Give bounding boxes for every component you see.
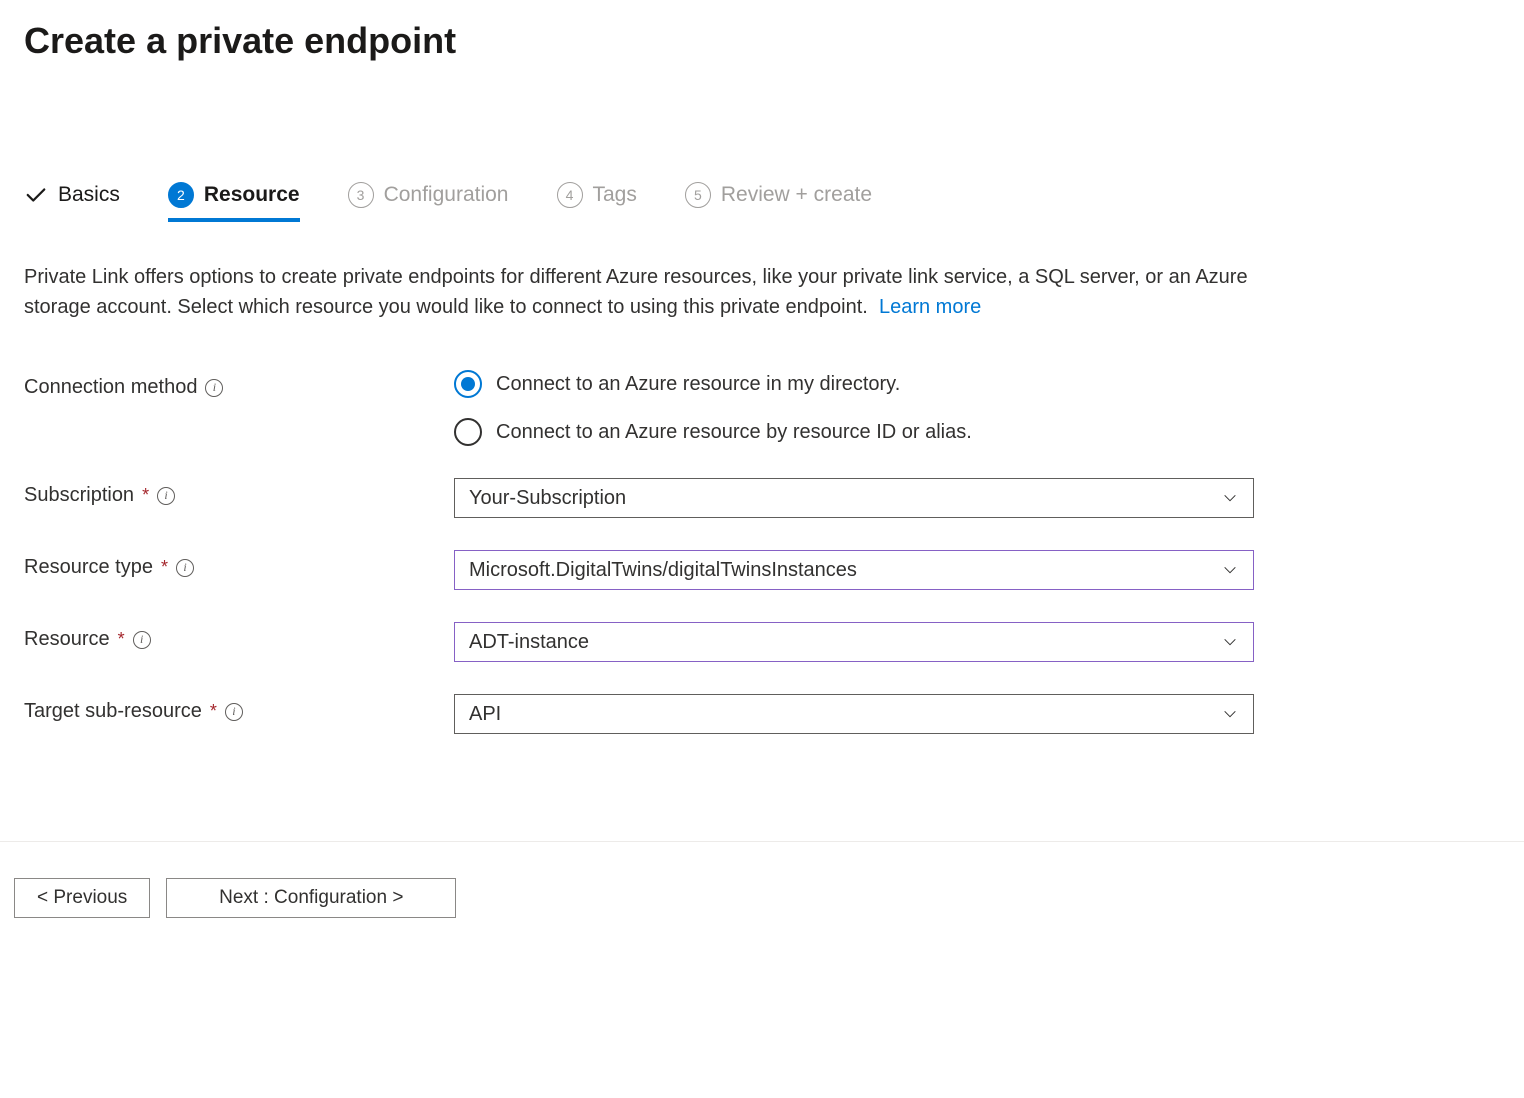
- subscription-dropdown[interactable]: Your-Subscription: [454, 478, 1254, 518]
- radio-icon: [454, 370, 482, 398]
- next-button[interactable]: Next : Configuration >: [166, 878, 456, 918]
- resource-label: Resource * i: [24, 622, 454, 651]
- chevron-down-icon: [1221, 561, 1239, 579]
- tab-resource[interactable]: 2 Resource: [168, 182, 300, 222]
- dropdown-value: API: [469, 703, 501, 726]
- tab-tags[interactable]: 4 Tags: [557, 182, 637, 222]
- required-star: *: [142, 485, 149, 506]
- resource-type-dropdown[interactable]: Microsoft.DigitalTwins/digitalTwinsInsta…: [454, 550, 1254, 590]
- previous-button[interactable]: < Previous: [14, 878, 150, 918]
- info-icon[interactable]: i: [157, 487, 175, 505]
- tab-number-icon: 5: [685, 182, 711, 208]
- radio-label: Connect to an Azure resource in my direc…: [496, 373, 900, 396]
- tab-label: Resource: [204, 183, 300, 207]
- info-icon[interactable]: i: [225, 703, 243, 721]
- tab-basics[interactable]: Basics: [24, 183, 120, 221]
- dropdown-value: Microsoft.DigitalTwins/digitalTwinsInsta…: [469, 559, 857, 582]
- tab-number-icon: 4: [557, 182, 583, 208]
- radio-label: Connect to an Azure resource by resource…: [496, 421, 972, 444]
- footer-nav: < Previous Next : Configuration >: [0, 841, 1524, 918]
- page-title: Create a private endpoint: [24, 20, 1500, 62]
- info-icon[interactable]: i: [176, 559, 194, 577]
- chevron-down-icon: [1221, 489, 1239, 507]
- dropdown-value: ADT-instance: [469, 631, 589, 654]
- tab-number-icon: 3: [348, 182, 374, 208]
- info-icon[interactable]: i: [133, 631, 151, 649]
- wizard-tabs: Basics 2 Resource 3 Configuration 4 Tags…: [24, 182, 1500, 222]
- required-star: *: [210, 701, 217, 722]
- chevron-down-icon: [1221, 705, 1239, 723]
- tab-label: Configuration: [384, 183, 509, 207]
- required-star: *: [118, 629, 125, 650]
- tab-configuration[interactable]: 3 Configuration: [348, 182, 509, 222]
- target-sub-resource-dropdown[interactable]: API: [454, 694, 1254, 734]
- required-star: *: [161, 557, 168, 578]
- tab-label: Basics: [58, 183, 120, 207]
- connection-method-radio-group: Connect to an Azure resource in my direc…: [454, 370, 1254, 446]
- resource-dropdown[interactable]: ADT-instance: [454, 622, 1254, 662]
- info-icon[interactable]: i: [205, 379, 223, 397]
- checkmark-icon: [24, 183, 48, 207]
- description-text: Private Link offers options to create pr…: [24, 262, 1254, 322]
- radio-connect-directory[interactable]: Connect to an Azure resource in my direc…: [454, 370, 1254, 398]
- target-sub-resource-label: Target sub-resource * i: [24, 694, 454, 723]
- radio-connect-resource-id[interactable]: Connect to an Azure resource by resource…: [454, 418, 1254, 446]
- subscription-label: Subscription * i: [24, 478, 454, 507]
- tab-number-icon: 2: [168, 182, 194, 208]
- chevron-down-icon: [1221, 633, 1239, 651]
- resource-type-label: Resource type * i: [24, 550, 454, 579]
- connection-method-label: Connection method i: [24, 370, 454, 399]
- radio-icon: [454, 418, 482, 446]
- dropdown-value: Your-Subscription: [469, 487, 626, 510]
- tab-label: Review + create: [721, 183, 872, 207]
- tab-review-create[interactable]: 5 Review + create: [685, 182, 872, 222]
- tab-label: Tags: [593, 183, 637, 207]
- learn-more-link[interactable]: Learn more: [879, 296, 981, 318]
